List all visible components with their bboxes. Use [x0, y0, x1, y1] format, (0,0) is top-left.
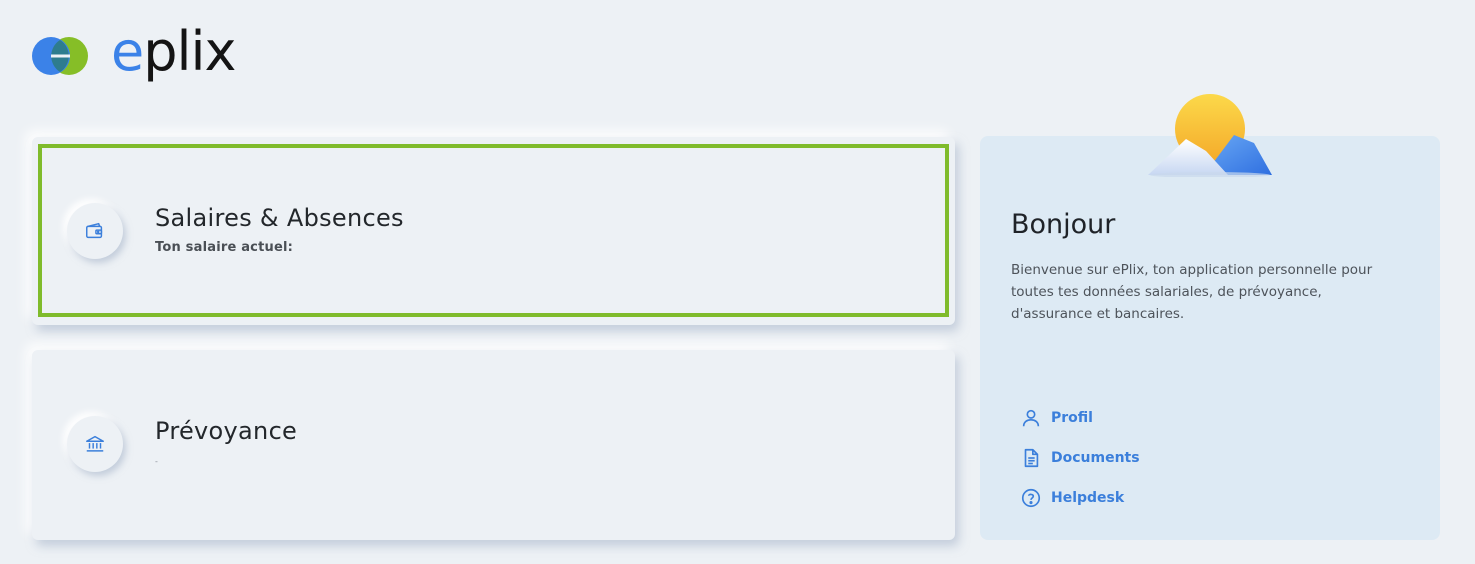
bank-icon: [67, 416, 123, 472]
card-title: Salaires & Absences: [155, 204, 404, 232]
card-title: Prévoyance: [155, 417, 298, 445]
profile-link[interactable]: Profil: [1019, 398, 1140, 438]
user-icon: [1019, 406, 1043, 430]
welcome-text: Bienvenue sur ePlix, ton application per…: [1011, 262, 1373, 322]
salary-absences-card[interactable]: Salaires & Absences Ton salaire actuel:: [32, 137, 955, 325]
documents-link[interactable]: Documents: [1019, 438, 1140, 478]
wallet-icon: [67, 203, 123, 259]
document-icon: [1019, 446, 1043, 470]
eplix-logo[interactable]: eplix: [32, 25, 236, 82]
documents-link-label: Documents: [1051, 450, 1140, 466]
brand-wordmark: eplix: [111, 20, 236, 83]
welcome-title: Bonjour: [1011, 209, 1116, 240]
prevoyance-card[interactable]: Prévoyance -: [32, 350, 955, 540]
helpdesk-link[interactable]: Helpdesk: [1019, 478, 1140, 518]
eplix-logo-icon: [32, 34, 90, 78]
welcome-panel: Bonjour Bienvenue sur ePlix, ton applica…: [980, 136, 1440, 540]
help-circle-icon: [1019, 486, 1043, 510]
card-subtitle: Ton salaire actuel:: [155, 240, 294, 255]
dashboard-page: eplix Salaires & Absences Ton salaire ac…: [0, 0, 1475, 564]
sun-mountains-illustration: [1146, 93, 1274, 178]
quick-links: Profil Documents Helpdesk: [1019, 398, 1140, 518]
card-subtitle: -: [155, 457, 158, 466]
profile-link-label: Profil: [1051, 410, 1093, 426]
helpdesk-link-label: Helpdesk: [1051, 490, 1125, 506]
